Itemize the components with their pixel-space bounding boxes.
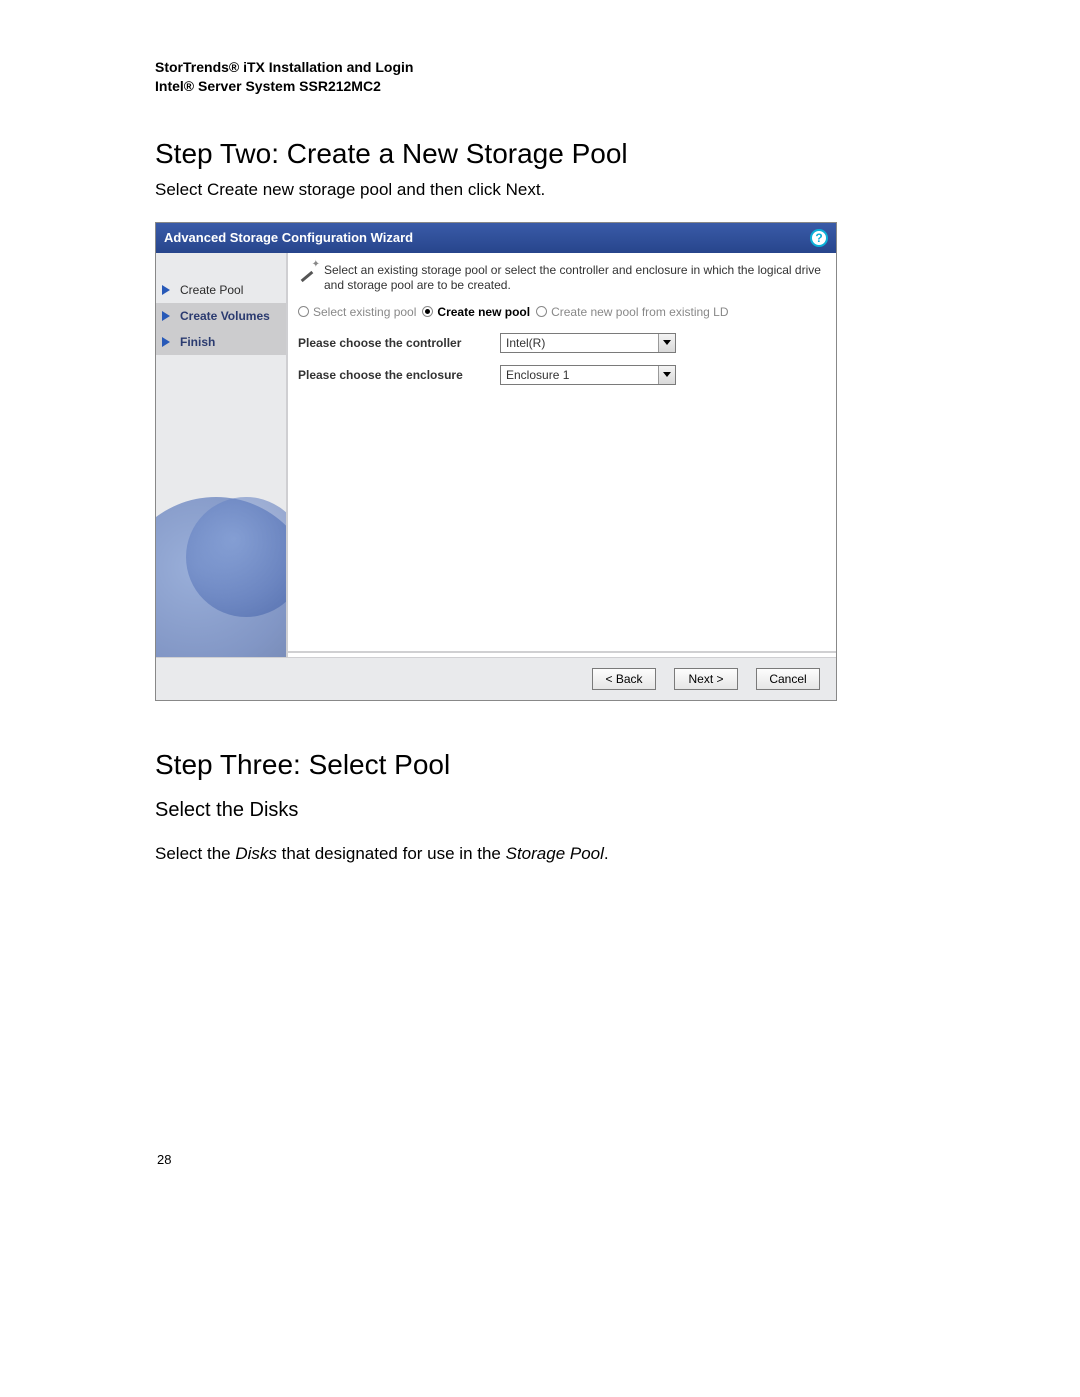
arrow-icon xyxy=(162,337,170,347)
wand-icon xyxy=(298,263,318,283)
radio-label: Select existing pool xyxy=(313,305,416,319)
wizard-body: Create Pool Create Volumes Finish xyxy=(156,253,836,657)
step-two-title: Step Two: Create a New Storage Pool xyxy=(155,138,925,170)
sidebar-item-create-volumes[interactable]: Create Volumes xyxy=(156,303,286,329)
back-button[interactable]: < Back xyxy=(592,668,656,690)
select-disks-subhead: Select the Disks xyxy=(155,799,925,822)
page-number: 28 xyxy=(157,1152,171,1167)
sidebar-item-label: Finish xyxy=(180,335,215,349)
sidebar-item-create-pool[interactable]: Create Pool xyxy=(156,277,286,303)
radio-create-from-ld[interactable]: Create new pool from existing LD xyxy=(536,305,728,319)
enclosure-value: Enclosure 1 xyxy=(506,368,569,382)
wizard-title: Advanced Storage Configuration Wizard xyxy=(164,230,413,245)
wizard-sidebar: Create Pool Create Volumes Finish xyxy=(156,253,288,657)
cancel-button[interactable]: Cancel xyxy=(756,668,820,690)
enclosure-label: Please choose the enclosure xyxy=(298,368,488,382)
hint-text: Select an existing storage pool or selec… xyxy=(324,263,826,293)
wizard-window: Advanced Storage Configuration Wizard ? … xyxy=(155,222,837,701)
help-icon[interactable]: ? xyxy=(810,229,828,247)
controller-field-row: Please choose the controller Intel(R) xyxy=(298,333,826,353)
sidebar-item-finish[interactable]: Finish xyxy=(156,329,286,355)
header-line-2: Intel® Server System SSR212MC2 xyxy=(155,77,925,96)
header-line-1: StorTrends® iTX Installation and Login xyxy=(155,58,925,77)
wizard-footer: < Back Next > Cancel xyxy=(156,657,836,700)
radio-icon xyxy=(422,306,433,317)
step-three-title: Step Three: Select Pool xyxy=(155,749,925,781)
enclosure-dropdown[interactable]: Enclosure 1 xyxy=(500,365,676,385)
radio-create-new[interactable]: Create new pool xyxy=(422,305,530,319)
enclosure-field-row: Please choose the enclosure Enclosure 1 xyxy=(298,365,826,385)
step-two-desc: Select Create new storage pool and then … xyxy=(155,180,925,200)
arrow-icon xyxy=(162,311,170,321)
wizard-content: Select an existing storage pool or selec… xyxy=(288,253,836,657)
chevron-down-icon xyxy=(658,334,675,352)
chevron-down-icon xyxy=(658,366,675,384)
hint-row: Select an existing storage pool or selec… xyxy=(298,263,826,293)
doc-header: StorTrends® iTX Installation and Login I… xyxy=(155,58,925,96)
radio-icon xyxy=(298,306,309,317)
arrow-icon xyxy=(162,285,170,295)
radio-label: Create new pool from existing LD xyxy=(551,305,728,319)
content-divider xyxy=(288,651,836,653)
next-button[interactable]: Next > xyxy=(674,668,738,690)
pool-mode-radio-group: Select existing pool Create new pool Cre… xyxy=(298,305,826,319)
controller-dropdown[interactable]: Intel(R) xyxy=(500,333,676,353)
wizard-titlebar: Advanced Storage Configuration Wizard ? xyxy=(156,223,836,253)
radio-label: Create new pool xyxy=(437,305,530,319)
radio-icon xyxy=(536,306,547,317)
controller-label: Please choose the controller xyxy=(298,336,488,350)
controller-value: Intel(R) xyxy=(506,336,545,350)
sidebar-item-label: Create Pool xyxy=(180,283,243,297)
sidebar-item-label: Create Volumes xyxy=(180,309,270,323)
radio-select-existing[interactable]: Select existing pool xyxy=(298,305,416,319)
select-disks-body: Select the Disks that designated for use… xyxy=(155,844,925,864)
